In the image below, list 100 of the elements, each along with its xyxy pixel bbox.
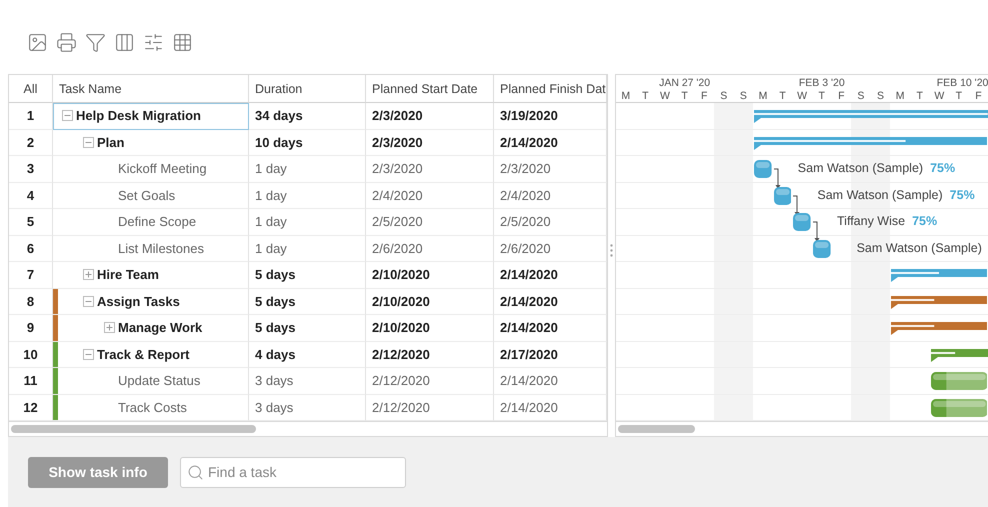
column-header[interactable]: Duration <box>249 75 366 103</box>
day-letter: T <box>915 90 924 102</box>
start-date-cell: 2/12/2020 <box>366 368 494 394</box>
finish-date-cell: 2/5/2020 <box>494 209 607 236</box>
column-header[interactable]: Task Name <box>53 75 249 103</box>
task-name-cell[interactable]: Assign Tasks <box>53 288 249 315</box>
task-name-cell[interactable]: Manage Work <box>53 315 249 342</box>
resource-name: Sam Watson (Sample) <box>798 161 924 175</box>
duration-cell: 1 day <box>249 209 366 236</box>
finish-date-cell: 2/14/2020 <box>494 130 607 156</box>
expand-icon[interactable] <box>104 322 115 334</box>
scrollbar-thumb[interactable] <box>11 425 256 433</box>
task-name-cell[interactable]: Update Status <box>53 368 249 394</box>
day-letter: S <box>856 90 866 102</box>
start-date-cell: 2/12/2020 <box>366 342 494 368</box>
start-date-cell: 2/10/2020 <box>366 288 494 315</box>
start-date-cell: 2/4/2020 <box>366 182 494 209</box>
resource-name: Sam Watson (Sample) <box>817 188 943 202</box>
summary-bar[interactable] <box>754 136 988 150</box>
row-number: 6 <box>9 236 53 262</box>
task-name-cell[interactable]: Help Desk Migration <box>53 103 249 130</box>
week-label: FEB 10 '20 <box>936 77 988 90</box>
search-field[interactable]: Find a task <box>180 456 406 488</box>
finish-date-cell: 2/14/2020 <box>494 315 607 342</box>
day-letter: S <box>738 90 748 102</box>
summary-bar[interactable] <box>891 322 988 335</box>
expand-icon[interactable] <box>83 269 94 280</box>
print-icon[interactable] <box>55 31 77 53</box>
grip-icon[interactable] <box>610 244 613 257</box>
search-icon <box>187 464 204 480</box>
columns-icon[interactable] <box>113 31 135 53</box>
day-letter: W <box>796 90 808 102</box>
start-date-cell: 2/12/2020 <box>366 394 494 421</box>
task-name-cell[interactable]: List Milestones <box>53 236 249 262</box>
day-letter: T <box>954 90 964 102</box>
column-header[interactable]: Planned Finish Dat <box>494 75 607 103</box>
task-bar[interactable] <box>930 372 988 390</box>
image-icon[interactable] <box>26 31 48 53</box>
summary-bar[interactable] <box>930 348 988 362</box>
task-bar[interactable] <box>930 398 988 416</box>
task-name: Assign Tasks <box>97 294 180 309</box>
task-name: Hire Team <box>97 267 159 282</box>
duration-cell: 10 days <box>249 130 366 156</box>
finish-date-cell: 2/14/2020 <box>494 368 607 394</box>
task-name: Plan <box>97 134 124 150</box>
duration-cell: 1 day <box>249 236 366 262</box>
summary-bar[interactable] <box>891 269 988 282</box>
summary-bar[interactable] <box>754 110 988 123</box>
collapse-icon[interactable] <box>83 296 94 307</box>
task-name-cell[interactable]: Set Goals <box>53 182 249 209</box>
day-letter: T <box>818 90 826 102</box>
task-name-cell[interactable]: Kickoff Meeting <box>53 156 249 182</box>
finish-date-cell: 2/14/2020 <box>494 288 607 315</box>
grid-icon[interactable] <box>171 31 193 53</box>
scrollbar-thumb[interactable] <box>618 425 695 433</box>
filter-icon[interactable] <box>84 31 106 53</box>
task-name-cell[interactable]: Track Costs <box>53 394 249 421</box>
collapse-icon[interactable] <box>83 348 94 360</box>
day-letter: M <box>894 90 906 102</box>
start-date-cell: 2/5/2020 <box>366 209 494 236</box>
task-name: Kickoff Meeting <box>118 161 207 176</box>
sliders-icon[interactable] <box>142 31 164 53</box>
task-name: List Milestones <box>118 240 204 256</box>
task-name: Track & Report <box>97 346 190 362</box>
collapse-icon[interactable] <box>62 110 73 122</box>
start-date-cell: 2/3/2020 <box>366 156 494 182</box>
start-date-cell: 2/10/2020 <box>366 315 494 342</box>
collapse-icon[interactable] <box>83 136 94 148</box>
duration-cell: 3 days <box>249 394 366 421</box>
percent-complete: 75% <box>930 161 956 175</box>
task-bar[interactable] <box>813 240 831 258</box>
finish-date-cell: 2/6/2020 <box>494 236 607 262</box>
task-name-cell[interactable]: Define Scope <box>53 209 249 236</box>
day-letter: T <box>641 90 650 102</box>
task-name: Help Desk Migration <box>76 108 201 124</box>
duration-cell: 5 days <box>249 315 366 342</box>
day-letter: S <box>876 90 886 102</box>
row-number: 1 <box>9 103 53 130</box>
percent-complete: 75% <box>950 188 975 202</box>
task-bar[interactable] <box>754 160 772 178</box>
duration-cell: 1 day <box>249 182 366 209</box>
resource-name: Sam Watson (Sample) <box>856 240 982 254</box>
column-header[interactable]: All <box>9 75 53 103</box>
task-name: Define Scope <box>118 214 196 230</box>
finish-date-cell: 2/3/2020 <box>494 156 607 182</box>
duration-cell: 4 days <box>249 342 366 368</box>
column-header[interactable]: Planned Start Date <box>366 75 494 103</box>
finish-date-cell: 3/19/2020 <box>494 103 607 130</box>
task-bar[interactable] <box>793 213 811 231</box>
start-date-cell: 2/3/2020 <box>366 103 494 130</box>
task-name-cell[interactable]: Track & Report <box>53 342 249 368</box>
task-name-cell[interactable]: Hire Team <box>53 262 249 288</box>
summary-bar[interactable] <box>891 296 988 308</box>
day-letter: M <box>758 90 768 102</box>
day-letter: W <box>659 90 671 102</box>
day-letter: M <box>620 90 632 102</box>
task-name: Track Costs <box>118 400 187 415</box>
week-label: FEB 3 '20 <box>798 77 845 90</box>
task-bar[interactable] <box>774 186 792 204</box>
task-name-cell[interactable]: Plan <box>53 130 249 156</box>
